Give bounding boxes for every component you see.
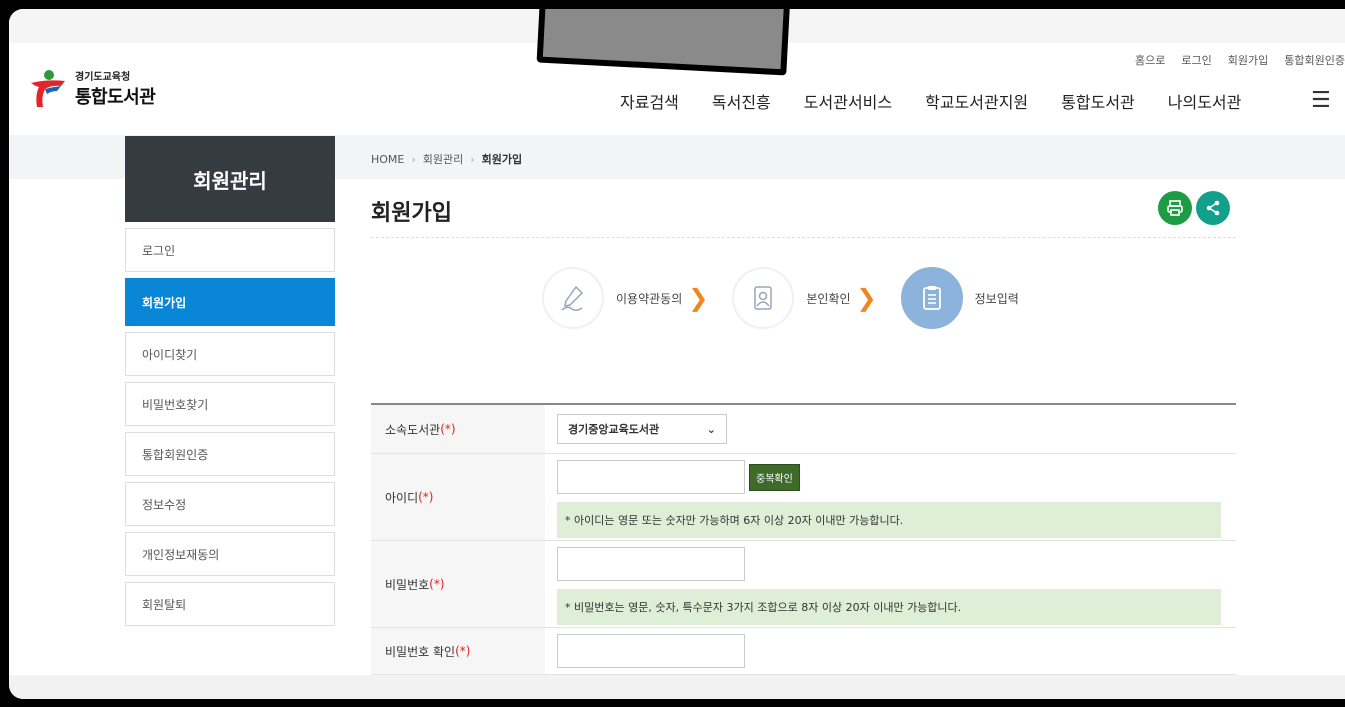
breadcrumb-separator-icon: › — [411, 153, 416, 166]
id-input[interactable] — [557, 460, 745, 494]
sidebar: 회원관리 로그인 회원가입 아이디찾기 비밀번호찾기 통합회원인증 정보수정 개… — [125, 136, 335, 626]
sidebar-item-login[interactable]: 로그인 — [125, 228, 335, 272]
breadcrumb-home[interactable]: HOME — [371, 153, 404, 166]
sidebar-item-find-password[interactable]: 비밀번호찾기 — [125, 382, 335, 426]
step-label-info: 정보입력 — [974, 291, 1019, 306]
main-nav: 자료검색 독서진흥 도서관서비스 학교도서관지원 통합도서관 나의도서관 — [620, 89, 1274, 113]
nav-item-school-support[interactable]: 학교도서관지원 — [925, 89, 1028, 113]
util-join-link[interactable]: 회원가입 — [1228, 52, 1268, 68]
form-row-password: 비밀번호 (*) * 비밀번호는 영문, 숫자, 특수문자 3가지 조합으로 8자… — [371, 541, 1236, 628]
tape-overlay — [536, 9, 792, 76]
step-label-terms: 이용약관동의 — [616, 291, 683, 306]
nav-item-search[interactable]: 자료검색 — [620, 89, 679, 113]
join-steps: 이용약관동의 ❯ 본인확인 ❯ 정보입력 — [542, 267, 1019, 329]
print-button[interactable] — [1158, 191, 1192, 225]
sidebar-item-join[interactable]: 회원가입 — [125, 278, 335, 326]
library-label: 소속도서관 (*) — [371, 405, 545, 453]
step-label-verify: 본인확인 — [806, 291, 851, 306]
required-mark: (*) — [418, 490, 434, 504]
nav-item-integrated[interactable]: 통합도서관 — [1061, 89, 1135, 113]
clipboard-icon — [900, 267, 963, 329]
breadcrumb-separator-icon: › — [470, 153, 475, 166]
logo-subtitle: 경기도교육청 — [75, 71, 131, 83]
form-row-library: 소속도서관 (*) 경기중앙교육도서관 ⌄ — [371, 405, 1236, 454]
util-auth-link[interactable]: 통합회원인증 — [1284, 52, 1345, 68]
bottom-band — [9, 675, 1345, 699]
share-button[interactable] — [1196, 191, 1230, 225]
required-mark: (*) — [429, 577, 445, 591]
required-mark: (*) — [440, 422, 456, 436]
sidebar-item-integrated-auth[interactable]: 통합회원인증 — [125, 432, 335, 476]
sidebar-item-find-id[interactable]: 아이디찾기 — [125, 332, 335, 376]
pen-sign-icon — [542, 267, 604, 329]
breadcrumb: HOME › 회원관리 › 회원가입 — [371, 151, 522, 167]
password-confirm-label: 비밀번호 확인 (*) — [371, 628, 545, 674]
sidebar-item-edit-info[interactable]: 정보수정 — [125, 482, 335, 526]
step-arrow-icon: ❯ — [688, 284, 709, 312]
duplicate-check-button[interactable]: 중복확인 — [749, 463, 800, 491]
site-logo[interactable]: 경기도교육청 통합도서관 — [27, 67, 156, 109]
required-mark: (*) — [455, 644, 471, 658]
id-hint: * 아이디는 영문 또는 숫자만 가능하며 6자 이상 20자 이내만 가능합니… — [557, 502, 1221, 538]
logo-title: 통합도서관 — [75, 86, 156, 108]
nav-item-my-library[interactable]: 나의도서관 — [1168, 89, 1242, 113]
share-icon — [1206, 200, 1220, 216]
password-confirm-input[interactable] — [557, 634, 745, 668]
utility-links: 홈으로 로그인 회원가입 통합회원인증 — [1135, 52, 1345, 68]
page-title: 회원가입 — [371, 201, 452, 226]
form-row-id: 아이디 (*) 중복확인 * 아이디는 영문 또는 숫자만 가능하며 6자 이상 … — [371, 454, 1236, 541]
util-login-link[interactable]: 로그인 — [1181, 52, 1211, 68]
title-divider — [371, 237, 1236, 238]
library-select[interactable]: 경기중앙교육도서관 ⌄ — [557, 414, 727, 444]
password-input[interactable] — [557, 547, 745, 581]
join-form: 소속도서관 (*) 경기중앙교육도서관 ⌄ 아이디 (*) 중복확인 * 아이디는 … — [371, 403, 1236, 675]
password-label: 비밀번호 (*) — [371, 541, 545, 627]
breadcrumb-level1[interactable]: 회원관리 — [423, 153, 463, 166]
browser-screen: 경기도교육청 통합도서관 홈으로 로그인 회원가입 통합회원인증 자료검색 독서… — [9, 9, 1345, 699]
hamburger-menu-icon[interactable]: ☰ — [1311, 88, 1331, 113]
password-hint: * 비밀번호는 영문, 숫자, 특수문자 3가지 조합으로 8자 이상 20자 … — [557, 589, 1221, 625]
nav-item-reading[interactable]: 독서진흥 — [712, 89, 771, 113]
sidebar-item-reconsent[interactable]: 개인정보재동의 — [125, 532, 335, 576]
chevron-down-icon: ⌄ — [706, 422, 716, 436]
nav-item-library-service[interactable]: 도서관서비스 — [804, 89, 892, 113]
id-card-icon — [732, 267, 795, 329]
step-arrow-icon: ❯ — [856, 284, 877, 312]
print-icon — [1167, 200, 1183, 216]
sidebar-item-withdraw[interactable]: 회원탈퇴 — [125, 582, 335, 626]
sidebar-title: 회원관리 — [125, 136, 335, 222]
logo-figure-icon — [27, 67, 69, 109]
breadcrumb-current: 회원가입 — [481, 153, 523, 166]
form-row-password-confirm: 비밀번호 확인 (*) — [371, 628, 1236, 675]
id-label: 아이디 (*) — [371, 454, 545, 540]
util-home-link[interactable]: 홈으로 — [1135, 52, 1165, 68]
